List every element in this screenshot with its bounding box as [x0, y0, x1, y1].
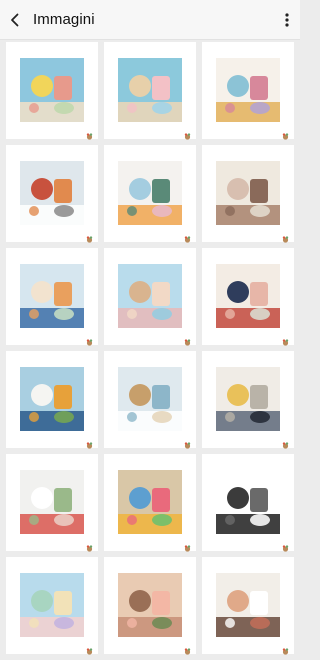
- image-tile[interactable]: [202, 351, 294, 449]
- learning-tower-photo: [118, 367, 182, 431]
- black-outfit-photo: [216, 470, 280, 534]
- knit-cardigan-photo: [216, 161, 280, 225]
- strawberry-sleepsack-photo: [20, 470, 84, 534]
- back-button[interactable]: [1, 0, 29, 40]
- brand-logo-icon: [184, 333, 191, 346]
- bottles-and-books-photo: [20, 264, 84, 328]
- more-vertical-icon: [285, 12, 289, 27]
- felt-bowls-photo: [216, 58, 280, 122]
- pacifier-clips-photo: [118, 161, 182, 225]
- brand-logo-icon: [184, 436, 191, 449]
- brand-logo-icon: [282, 539, 289, 552]
- brand-logo-icon: [86, 230, 93, 243]
- brand-logo-icon: [184, 127, 191, 140]
- brand-logo-icon: [184, 642, 191, 655]
- backpack-and-sheep-photo: [20, 367, 84, 431]
- image-tile[interactable]: [6, 42, 98, 140]
- app-bar: Immagini: [0, 0, 300, 40]
- brand-logo-icon: [184, 230, 191, 243]
- image-tile[interactable]: [104, 248, 196, 346]
- image-tile[interactable]: [202, 454, 294, 552]
- image-tile[interactable]: [202, 557, 294, 655]
- brand-logo-icon: [282, 127, 289, 140]
- brand-logo-icon: [86, 539, 93, 552]
- image-tile[interactable]: [6, 454, 98, 552]
- brand-logo-icon: [184, 539, 191, 552]
- image-tile[interactable]: [6, 248, 98, 346]
- page-title: Immagini: [33, 11, 95, 28]
- pastel-toys-photo: [20, 573, 84, 637]
- brand-logo-icon: [282, 436, 289, 449]
- image-tile[interactable]: [202, 42, 294, 140]
- brand-logo-icon: [86, 127, 93, 140]
- image-tile[interactable]: [6, 557, 98, 655]
- brand-logo-icon: [86, 642, 93, 655]
- crayon-sets-photo: [118, 470, 182, 534]
- wooden-bus-toy-photo: [118, 264, 182, 328]
- crochet-flower-photo: [118, 573, 182, 637]
- image-tile[interactable]: [104, 557, 196, 655]
- brand-logo-icon: [86, 333, 93, 346]
- brand-logo-icon: [282, 333, 289, 346]
- arrow-back-icon: [11, 13, 19, 26]
- image-tile[interactable]: [104, 42, 196, 140]
- image-tile[interactable]: [6, 351, 98, 449]
- image-tile[interactable]: [104, 351, 196, 449]
- brand-logo-icon: [282, 642, 289, 655]
- hats-and-bonnets-photo: [216, 264, 280, 328]
- baby-outfit-photo: [20, 161, 84, 225]
- image-tile[interactable]: [202, 248, 294, 346]
- image-tile[interactable]: [202, 145, 294, 243]
- girls-dresses-photo: [216, 367, 280, 431]
- image-tile[interactable]: [104, 454, 196, 552]
- star-wall-decor-photo: [118, 58, 182, 122]
- brand-logo-icon: [282, 230, 289, 243]
- montessori-toys-photo: [20, 58, 84, 122]
- brand-logo-icon: [86, 436, 93, 449]
- image-tile[interactable]: [104, 145, 196, 243]
- image-tile[interactable]: [6, 145, 98, 243]
- overflow-menu-button[interactable]: [274, 0, 300, 40]
- patterned-fabrics-photo: [216, 573, 280, 637]
